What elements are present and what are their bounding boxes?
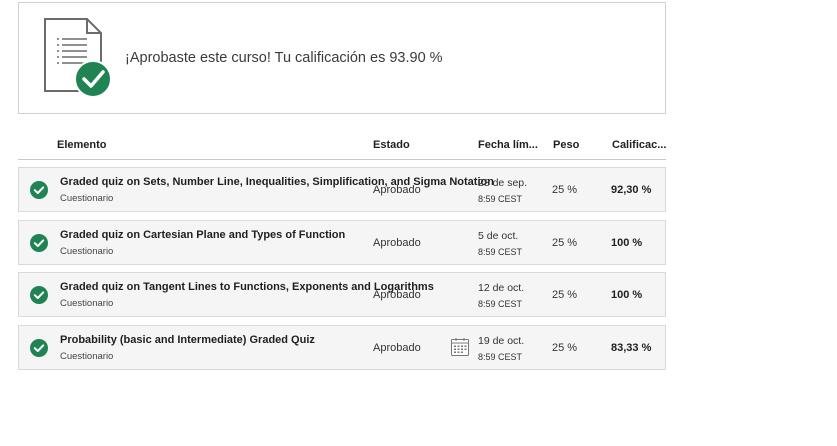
column-header-weight[interactable]: Peso bbox=[553, 139, 579, 151]
status-text: Aprobado bbox=[373, 184, 421, 196]
assignment-title-link[interactable]: Graded quiz on Cartesian Plane and Types… bbox=[60, 229, 345, 241]
due-date: 5 de oct. bbox=[478, 230, 519, 242]
column-header-due-date[interactable]: Fecha lím... bbox=[478, 139, 542, 151]
status-text: Aprobado bbox=[373, 342, 421, 354]
column-header-element[interactable]: Elemento bbox=[57, 139, 107, 151]
due-time: 8:59 CEST bbox=[478, 247, 523, 257]
due-time: 8:59 CEST bbox=[478, 352, 523, 362]
status-text: Aprobado bbox=[373, 289, 421, 301]
weight-value: 25 % bbox=[552, 184, 578, 196]
course-passed-banner: ¡Aprobaste este curso! Tu calificación e… bbox=[18, 2, 666, 114]
due-time: 8:59 CEST bbox=[478, 299, 523, 309]
column-header-status[interactable]: Estado bbox=[373, 139, 410, 151]
assignment-type: Cuestionario bbox=[60, 351, 114, 362]
weight-value: 25 % bbox=[552, 342, 578, 354]
status-text: Aprobado bbox=[373, 237, 421, 249]
grades-table-header: Elemento Estado Fecha lím... Peso Califi… bbox=[18, 132, 666, 160]
due-date: 28 de sep. bbox=[478, 177, 528, 189]
table-row[interactable]: Graded quiz on Sets, Number Line, Inequa… bbox=[18, 167, 666, 212]
assignment-type: Cuestionario bbox=[60, 298, 114, 309]
due-date: 19 de oct. bbox=[478, 335, 525, 347]
grade-value: 100 % bbox=[611, 289, 643, 301]
grade-value: 92,30 % bbox=[611, 184, 652, 196]
check-circle-icon bbox=[30, 286, 48, 304]
grade-value: 100 % bbox=[611, 237, 643, 249]
assignment-type: Cuestionario bbox=[60, 246, 114, 257]
weight-value: 25 % bbox=[552, 237, 578, 249]
check-circle-icon bbox=[30, 234, 48, 252]
document-check-icon bbox=[44, 18, 112, 98]
assignment-title-link[interactable]: Probability (basic and Intermediate) Gra… bbox=[60, 334, 315, 346]
due-time: 8:59 CEST bbox=[478, 194, 523, 204]
table-row[interactable]: Graded quiz on Cartesian Plane and Types… bbox=[18, 220, 666, 265]
check-circle-icon bbox=[30, 181, 48, 199]
table-row[interactable]: Probability (basic and Intermediate) Gra… bbox=[18, 325, 666, 370]
course-passed-message: ¡Aprobaste este curso! Tu calificación e… bbox=[125, 50, 443, 66]
calendar-icon[interactable] bbox=[450, 337, 470, 357]
table-row[interactable]: Graded quiz on Tangent Lines to Function… bbox=[18, 272, 666, 317]
grade-value: 83,33 % bbox=[611, 342, 652, 354]
assignment-type: Cuestionario bbox=[60, 193, 114, 204]
check-circle-icon bbox=[30, 339, 48, 357]
weight-value: 25 % bbox=[552, 289, 578, 301]
column-header-grade[interactable]: Calificac... bbox=[612, 139, 666, 151]
due-date: 12 de oct. bbox=[478, 282, 525, 294]
assignment-title-link[interactable]: Graded quiz on Sets, Number Line, Inequa… bbox=[60, 176, 494, 188]
